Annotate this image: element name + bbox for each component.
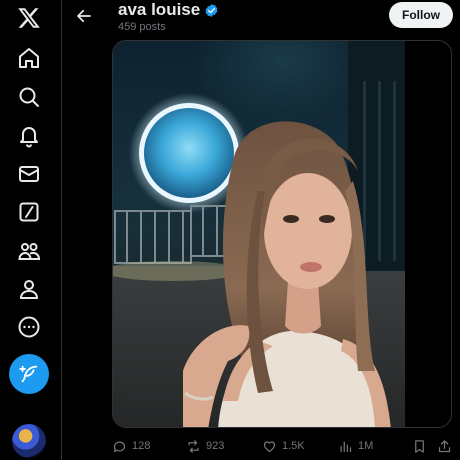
home-icon[interactable]: [15, 44, 43, 72]
heart-icon: [263, 440, 276, 452]
mail-icon[interactable]: [15, 160, 43, 188]
feather-plus-icon: [19, 365, 38, 383]
repost-button[interactable]: 923: [186, 436, 224, 456]
slash-square-icon[interactable]: [15, 198, 43, 226]
x-logo-icon[interactable]: [15, 4, 43, 32]
share-icon: [438, 439, 451, 452]
more-circle-icon[interactable]: [15, 313, 43, 341]
bookmark-button[interactable]: [412, 436, 427, 456]
bookmark-icon: [415, 439, 424, 453]
photo-illustration: [113, 41, 405, 427]
compose-post-button[interactable]: [9, 354, 49, 394]
views-button[interactable]: 1M: [338, 436, 373, 456]
comment-icon: [113, 441, 126, 452]
search-icon[interactable]: [15, 83, 43, 111]
verified-badge-icon: [205, 3, 218, 17]
bar-chart-icon: [340, 441, 352, 452]
people-icon[interactable]: [15, 237, 43, 265]
like-count: 1.5K: [282, 440, 305, 452]
post-media[interactable]: [112, 40, 452, 428]
reply-count: 128: [132, 440, 151, 452]
profile-title: ava louise: [118, 0, 219, 20]
post-photo: [113, 41, 405, 427]
reply-button[interactable]: 128: [112, 436, 150, 456]
back-button[interactable]: [70, 2, 98, 30]
like-button[interactable]: 1.5K: [262, 436, 305, 456]
person-icon[interactable]: [15, 275, 43, 303]
repost-count: 923: [206, 440, 225, 452]
post-count: 459 posts: [118, 21, 166, 33]
display-name: ava louise: [118, 0, 201, 19]
follow-button[interactable]: Follow: [389, 2, 453, 28]
view-count: 1M: [358, 440, 374, 452]
bell-icon[interactable]: [15, 122, 43, 150]
account-avatar[interactable]: [12, 424, 46, 458]
share-button[interactable]: [437, 436, 452, 456]
repost-icon: [188, 439, 199, 453]
sidebar: [0, 0, 62, 460]
arrow-left-icon: [77, 9, 91, 23]
